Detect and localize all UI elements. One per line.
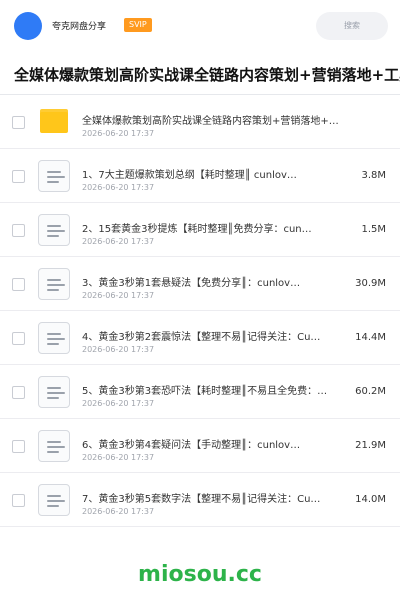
file-size: 14.4M (355, 332, 386, 343)
svip-badge: SVIP (124, 18, 152, 32)
file-size: 3.8M (361, 170, 386, 181)
row-checkbox[interactable] (12, 170, 25, 183)
file-date: 2026-06-20 17:37 (82, 129, 155, 138)
list-item[interactable]: 4、黄金3秒第2套震惊法【整理不易║记得关注：Cu… 2026-06-20 17… (0, 311, 400, 365)
file-name: 全媒体爆款策划高阶实战课全链路内容策划+营销落地+… (82, 116, 339, 127)
search-button[interactable]: 搜索 (316, 12, 388, 40)
file-date: 2026-06-20 17:37 (82, 453, 155, 462)
row-checkbox[interactable] (12, 332, 25, 345)
list-item[interactable]: 7、黄金3秒第5套数字法【整理不易║记得关注：Cu… 2026-06-20 17… (0, 473, 400, 527)
file-name: 5、黄金3秒第3套恐吓法【耗时整理║不易且全免费：… (82, 386, 328, 397)
file-name: 3、黄金3秒第1套悬疑法【免费分享║：cunlov… (82, 278, 301, 289)
row-checkbox[interactable] (12, 440, 25, 453)
row-checkbox[interactable] (12, 116, 25, 129)
file-date: 2026-06-20 17:37 (82, 399, 155, 408)
file-name: 4、黄金3秒第2套震惊法【整理不易║记得关注：Cu… (82, 332, 321, 343)
list-item[interactable]: 2、15套黄金3秒提炼【耗时整理║免费分享：cun… 2026-06-20 17… (0, 203, 400, 257)
document-icon (38, 214, 70, 246)
folder-icon (40, 109, 68, 133)
row-checkbox[interactable] (12, 224, 25, 237)
file-list: 全媒体爆款策划高阶实战课全链路内容策划+营销落地+… 2026-06-20 17… (0, 95, 400, 527)
document-icon (38, 484, 70, 516)
file-name: 2、15套黄金3秒提炼【耗时整理║免费分享：cun… (82, 224, 312, 235)
row-checkbox[interactable] (12, 386, 25, 399)
file-size: 14.0M (355, 494, 386, 505)
user-avatar[interactable] (14, 12, 42, 40)
watermark-text: miosou.cc (138, 562, 262, 587)
file-date: 2026-06-20 17:37 (82, 183, 155, 192)
list-item[interactable]: 全媒体爆款策划高阶实战课全链路内容策划+营销落地+… 2026-06-20 17… (0, 95, 400, 149)
file-name: 7、黄金3秒第5套数字法【整理不易║记得关注：Cu… (82, 494, 321, 505)
folder-title: 全媒体爆款策划高阶实战课全链路内容策划+营销落地+工具 (14, 66, 400, 84)
list-item[interactable]: 5、黄金3秒第3套恐吓法【耗时整理║不易且全免费：… 2026-06-20 17… (0, 365, 400, 419)
file-date: 2026-06-20 17:37 (82, 237, 155, 246)
document-icon (38, 430, 70, 462)
file-date: 2026-06-20 17:37 (82, 345, 155, 354)
row-checkbox[interactable] (12, 494, 25, 507)
list-item[interactable]: 6、黄金3秒第4套疑问法【手动整理║：cunlov… 2026-06-20 17… (0, 419, 400, 473)
file-size: 21.9M (355, 440, 386, 451)
document-icon (38, 376, 70, 408)
folder-title-bar: 全媒体爆款策划高阶实战课全链路内容策划+营销落地+工具 (0, 58, 400, 94)
file-size: 1.5M (361, 224, 386, 235)
row-checkbox[interactable] (12, 278, 25, 291)
file-date: 2026-06-20 17:37 (82, 507, 155, 516)
file-size: 60.2M (355, 386, 386, 397)
file-size: 30.9M (355, 278, 386, 289)
file-name: 6、黄金3秒第4套疑问法【手动整理║：cunlov… (82, 440, 301, 451)
top-bar: 夸克网盘分享 SVIP 搜索 (0, 0, 400, 52)
document-icon (38, 160, 70, 192)
document-icon (38, 322, 70, 354)
file-date: 2026-06-20 17:37 (82, 291, 155, 300)
list-item[interactable]: 3、黄金3秒第1套悬疑法【免费分享║：cunlov… 2026-06-20 17… (0, 257, 400, 311)
username: 夸克网盘分享 (52, 22, 107, 32)
document-icon (38, 268, 70, 300)
list-item[interactable]: 1、7大主题爆款策划总纲【耗时整理║ cunlov… 2026-06-20 17… (0, 149, 400, 203)
file-name: 1、7大主题爆款策划总纲【耗时整理║ cunlov… (82, 170, 297, 181)
